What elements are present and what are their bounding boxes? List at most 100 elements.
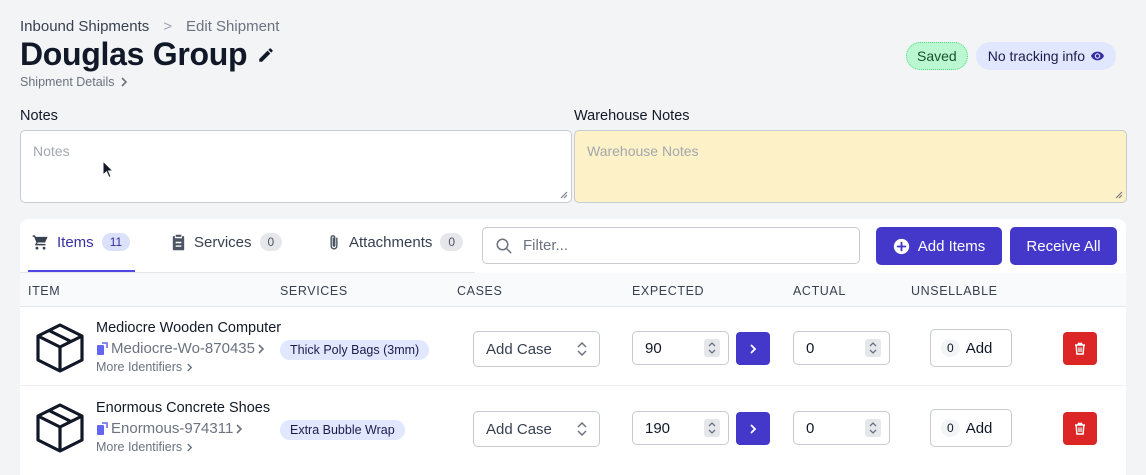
unsellable-add-button[interactable]: 0 Add: [930, 329, 1012, 367]
eye-icon: [1091, 51, 1104, 61]
chevron-up-down-icon: [577, 422, 587, 436]
actual-value: 0: [806, 339, 815, 357]
service-tag: Extra Bubble Wrap: [280, 420, 405, 440]
notes-placeholder: Notes: [33, 143, 70, 159]
cart-icon: [32, 234, 48, 250]
more-identifiers-link[interactable]: More Identifiers: [96, 440, 193, 454]
column-cases: CASES: [457, 284, 503, 298]
add-case-select[interactable]: Add Case: [473, 331, 600, 367]
actual-value: 0: [806, 419, 815, 437]
page-title: Douglas Group: [20, 36, 248, 72]
unsellable-add-button[interactable]: 0 Add: [930, 409, 1012, 447]
chevron-right-icon: [187, 363, 193, 371]
service-tag: Thick Poly Bags (3mm): [280, 340, 430, 360]
stepper-icon[interactable]: [704, 419, 720, 437]
tab-items[interactable]: Items 11: [32, 233, 131, 251]
column-actual: ACTUAL: [793, 284, 846, 298]
notes-label: Notes: [20, 108, 58, 124]
title-row: Douglas Group: [20, 36, 275, 73]
copy-expected-button[interactable]: [736, 332, 770, 365]
shipment-details-label: Shipment Details: [20, 75, 115, 89]
clipboard-icon: [172, 234, 185, 250]
plus-circle-icon: [893, 238, 909, 254]
add-case-label: Add Case: [486, 420, 552, 438]
tab-services-count: 0: [259, 233, 283, 251]
tab-items-label: Items: [57, 233, 94, 251]
tab-services[interactable]: Services 0: [171, 233, 283, 251]
breadcrumb-separator: >: [163, 18, 173, 35]
tab-attachments[interactable]: Attachments 0: [327, 233, 464, 251]
add-case-label: Add Case: [486, 340, 552, 358]
tab-items-count: 11: [101, 233, 131, 251]
item-sku: Mediocre-Wo-870435: [111, 340, 255, 357]
stepper-icon[interactable]: [865, 339, 881, 357]
column-unsellable: UNSELLABLE: [911, 284, 998, 298]
item-sku-link[interactable]: Enormous-974311: [96, 420, 243, 437]
tab-attachments-count: 0: [440, 233, 464, 251]
tab-attachments-label: Attachments: [349, 233, 433, 251]
item-sku-link[interactable]: Mediocre-Wo-870435: [96, 340, 265, 357]
chevron-right-icon: [258, 343, 265, 354]
active-tab-indicator: [28, 270, 135, 272]
more-identifiers-link[interactable]: More Identifiers: [96, 360, 193, 374]
item-name: Mediocre Wooden Computer: [96, 320, 282, 336]
identifier-icon: [97, 421, 108, 435]
table-header: ITEM SERVICES CASES EXPECTED ACTUAL UNSE…: [20, 273, 1126, 307]
column-item: ITEM: [28, 284, 61, 298]
paperclip-icon: [330, 234, 338, 250]
trash-icon: [1075, 342, 1085, 355]
resize-grip-icon[interactable]: [1113, 189, 1123, 199]
expected-input[interactable]: 90: [632, 331, 729, 365]
status-badges: Saved No tracking info: [906, 42, 1116, 70]
row-divider: [20, 385, 1126, 386]
expected-input[interactable]: 190: [632, 411, 729, 445]
breadcrumb: Inbound Shipments > Edit Shipment: [20, 18, 279, 35]
expected-value: 90: [645, 339, 662, 357]
tracking-badge[interactable]: No tracking info: [975, 42, 1116, 70]
trash-icon: [1075, 422, 1085, 435]
unsellable-count: 0: [941, 419, 960, 437]
column-services: SERVICES: [280, 284, 348, 298]
unsellable-add-label: Add: [965, 339, 993, 357]
identifier-icon: [97, 341, 108, 355]
chevron-right-icon: [236, 423, 243, 434]
expected-value: 190: [645, 419, 671, 437]
chevron-up-down-icon: [577, 342, 587, 356]
filter-placeholder: Filter...: [523, 237, 569, 254]
warehouse-notes-textarea[interactable]: Warehouse Notes: [574, 130, 1127, 203]
column-expected: EXPECTED: [632, 284, 705, 298]
add-case-select[interactable]: Add Case: [473, 411, 600, 447]
item-name: Enormous Concrete Shoes: [96, 400, 271, 416]
chevron-right-icon: [187, 443, 193, 451]
tab-services-label: Services: [194, 233, 252, 251]
delete-button[interactable]: [1063, 412, 1097, 445]
search-icon: [496, 238, 512, 253]
chevron-right-icon: [120, 77, 127, 87]
add-items-button[interactable]: Add Items: [876, 227, 1002, 265]
copy-expected-button[interactable]: [736, 412, 770, 445]
box-icon: [36, 403, 84, 453]
receive-all-button[interactable]: Receive All: [1010, 227, 1117, 265]
chevron-right-icon: [750, 343, 757, 354]
stepper-icon[interactable]: [865, 419, 881, 437]
more-identifiers-label: More Identifiers: [96, 360, 183, 374]
chevron-right-icon: [750, 423, 757, 434]
actual-input[interactable]: 0: [793, 331, 890, 365]
stepper-icon[interactable]: [704, 339, 720, 357]
breadcrumb-inbound-shipments[interactable]: Inbound Shipments: [20, 18, 149, 35]
pencil-icon[interactable]: [257, 46, 275, 64]
tracking-label: No tracking info: [987, 48, 1085, 64]
unsellable-add-label: Add: [965, 419, 993, 437]
delete-button[interactable]: [1063, 332, 1097, 365]
receive-all-label: Receive All: [1026, 237, 1101, 255]
saved-badge: Saved: [906, 42, 968, 70]
warehouse-notes-placeholder: Warehouse Notes: [587, 143, 699, 159]
table-row: Enormous Concrete Shoes Enormous-974311 …: [20, 388, 1126, 468]
resize-grip-icon[interactable]: [558, 189, 568, 199]
item-sku: Enormous-974311: [111, 420, 234, 437]
actual-input[interactable]: 0: [793, 411, 890, 445]
breadcrumb-edit-shipment: Edit Shipment: [186, 18, 280, 35]
filter-input[interactable]: Filter...: [482, 227, 860, 264]
warehouse-notes-label: Warehouse Notes: [574, 108, 690, 124]
shipment-details-link[interactable]: Shipment Details: [20, 75, 128, 89]
